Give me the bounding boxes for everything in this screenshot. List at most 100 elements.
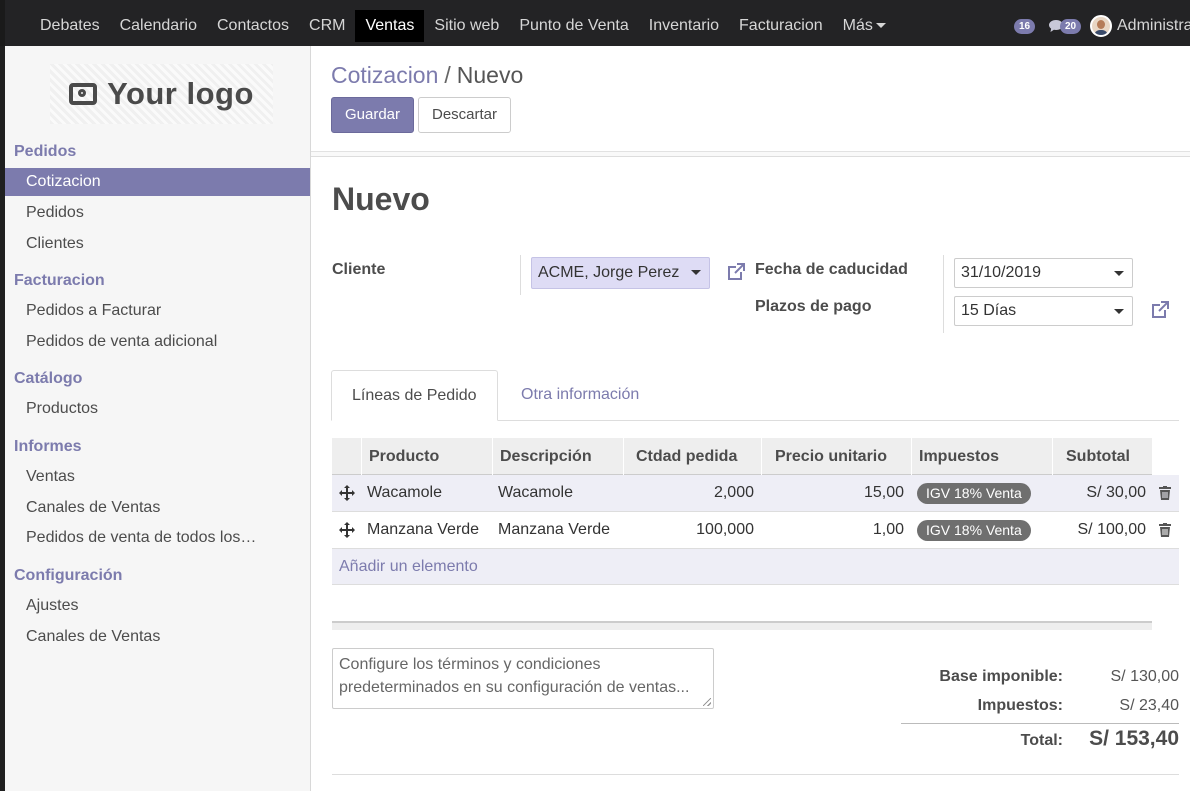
menu-facturacion[interactable]: Facturacion (729, 10, 833, 42)
drag-handle-icon[interactable] (338, 484, 356, 502)
totals-divider (901, 723, 1179, 724)
menu-mas-label: Más (842, 17, 873, 34)
sidebar-item-pedidos-a-facturar[interactable]: Pedidos a Facturar (5, 297, 310, 325)
menu-inventario[interactable]: Inventario (639, 10, 729, 42)
column-header-precio[interactable]: Precio unitario (761, 438, 911, 475)
breadcrumb-current: Nuevo (456, 62, 524, 88)
sidebar-item-ventas[interactable]: Ventas (5, 463, 310, 491)
sidebar-item-pedidos-venta-adicional[interactable]: Pedidos de venta adicional (5, 328, 310, 356)
fecha-caducidad-value: 31/10/2019 (961, 264, 1042, 281)
breadcrumb-parent[interactable]: Cotizacion (331, 62, 438, 88)
dropdown-arrow-icon (1114, 309, 1124, 314)
cell-cantidad: 100,000 (696, 521, 754, 538)
add-line-row[interactable]: Añadir un elemento (332, 549, 1179, 585)
cell-subtotal: S/ 30,00 (1086, 484, 1146, 501)
sidebar-item-cotizacion[interactable]: Cotizacion (5, 168, 310, 196)
trash-icon[interactable] (1159, 523, 1171, 537)
sidebar-item-productos[interactable]: Productos (5, 395, 310, 423)
cliente-label: Cliente (332, 261, 386, 278)
message-count-badge: 20 (1060, 18, 1082, 34)
record-title: Nuevo (332, 181, 430, 217)
column-header-producto[interactable]: Producto (361, 438, 492, 475)
sidebar-item-pedidos[interactable]: Pedidos (5, 199, 310, 227)
column-header-descripcion[interactable]: Descripción (492, 438, 623, 475)
cell-descripcion: Manzana Verde (498, 521, 611, 538)
form-background: Nuevo Cliente ACME, Jorge Perez Fecha de… (311, 151, 1190, 792)
menu-sitio-web[interactable]: Sitio web (424, 10, 509, 42)
sidebar-item-canales-de-ventas[interactable]: Canales de Ventas (5, 494, 310, 522)
sidebar-section-pedidos: Pedidos (14, 143, 77, 160)
fecha-caducidad-label: Fecha de caducidad (755, 261, 908, 278)
sidebar-section-catalogo: Catálogo (14, 370, 83, 387)
table-row[interactable]: Manzana Verde Manzana Verde 100,000 1,00… (332, 512, 1179, 549)
activity-count-badge: 16 (1014, 18, 1036, 34)
menu-ventas[interactable]: Ventas (355, 10, 425, 42)
menu-debates[interactable]: Debates (30, 10, 110, 42)
cliente-field[interactable]: ACME, Jorge Perez (531, 257, 710, 289)
total-value: S/ 153,40 (1089, 727, 1179, 750)
messaging-systray[interactable]: 20 (1049, 10, 1082, 42)
user-menu[interactable]: Administrat (1090, 10, 1190, 42)
plazos-pago-label: Plazos de pago (755, 298, 872, 315)
field-separator (943, 255, 944, 333)
terms-note-placeholder: Configure los términos y condiciones pre… (339, 656, 690, 696)
external-link-icon[interactable] (1148, 298, 1172, 322)
column-header-ctdad[interactable]: Ctdad pedida (623, 438, 761, 475)
activity-systray[interactable]: 16 (1014, 10, 1036, 42)
save-button[interactable]: Guardar (331, 97, 414, 133)
sidebar-item-pedidos-todos[interactable]: Pedidos de venta de todos los… (5, 524, 310, 552)
app-menu: Debates Calendario Contactos CRM Ventas … (30, 10, 896, 42)
dropdown-arrow-icon (1114, 271, 1124, 276)
sidebar: Your logo Pedidos Cotizacion Pedidos Cli… (0, 46, 311, 791)
column-header-impuestos[interactable]: Impuestos (911, 438, 1052, 475)
terms-note-field[interactable]: Configure los términos y condiciones pre… (332, 648, 714, 709)
camera-icon (69, 83, 98, 105)
menu-mas[interactable]: Más (833, 10, 896, 42)
user-avatar (1090, 15, 1112, 37)
trash-icon[interactable] (1159, 486, 1171, 500)
menu-crm[interactable]: CRM (299, 10, 355, 42)
sidebar-item-clientes[interactable]: Clientes (5, 230, 310, 258)
company-logo[interactable]: Your logo (50, 64, 273, 124)
menu-calendario[interactable]: Calendario (110, 10, 207, 42)
form-bottom-divider (332, 774, 1179, 775)
menu-punto-de-venta[interactable]: Punto de Venta (509, 10, 638, 42)
form-sheet: Nuevo Cliente ACME, Jorge Perez Fecha de… (311, 156, 1190, 792)
discard-button[interactable]: Descartar (418, 97, 511, 133)
tab-lineas-de-pedido[interactable]: Líneas de Pedido (331, 370, 498, 421)
impuestos-label: Impuestos: (977, 697, 1063, 714)
fecha-caducidad-field[interactable]: 31/10/2019 (954, 258, 1133, 288)
total-label: Total: (1020, 732, 1063, 749)
sidebar-item-canales-de-ventas-config[interactable]: Canales de Ventas (5, 623, 310, 651)
cell-producto: Wacamole (367, 484, 442, 501)
external-link-icon[interactable] (724, 260, 748, 284)
plazos-pago-value: 15 Días (961, 302, 1017, 319)
drag-handle-icon[interactable] (338, 521, 356, 539)
field-separator (520, 255, 521, 295)
sidebar-section-configuracion: Configuración (14, 567, 123, 584)
cell-precio: 15,00 (863, 484, 904, 501)
sidebar-item-ajustes[interactable]: Ajustes (5, 592, 310, 620)
sidebar-section-facturacion: Facturacion (14, 272, 105, 289)
main-content: Cotizacion / Nuevo Guardar Descartar Nuevo… (311, 46, 1190, 792)
sidebar-section-informes: Informes (14, 438, 82, 455)
impuestos-value: S/ 23,40 (1119, 697, 1179, 714)
table-header: Producto Descripción Ctdad pedida Precio… (332, 438, 1152, 475)
cell-precio: 1,00 (872, 521, 904, 538)
cell-cantidad: 2,000 (713, 484, 754, 501)
breadcrumb-separator: / (444, 62, 451, 88)
add-line-link[interactable]: Añadir un elemento (339, 549, 478, 584)
column-header-subtotal[interactable]: Subtotal (1052, 438, 1152, 475)
menu-contactos[interactable]: Contactos (207, 10, 299, 42)
cell-producto: Manzana Verde (367, 521, 480, 538)
table-row[interactable]: Wacamole Wacamole 2,000 15,00 IGV 18% Ve… (332, 475, 1179, 512)
plazos-pago-field[interactable]: 15 Días (954, 296, 1133, 326)
handle-column-header (332, 438, 361, 475)
notebook-tabs: Líneas de Pedido Otra información (331, 370, 1179, 421)
caret-down-icon (875, 23, 886, 29)
table-footer (332, 621, 1152, 630)
user-name: Administrat (1117, 17, 1190, 34)
resize-grip-icon[interactable] (703, 698, 711, 706)
control-panel: Cotizacion / Nuevo Guardar Descartar (311, 46, 1190, 151)
tab-otra-informacion[interactable]: Otra información (501, 370, 659, 421)
